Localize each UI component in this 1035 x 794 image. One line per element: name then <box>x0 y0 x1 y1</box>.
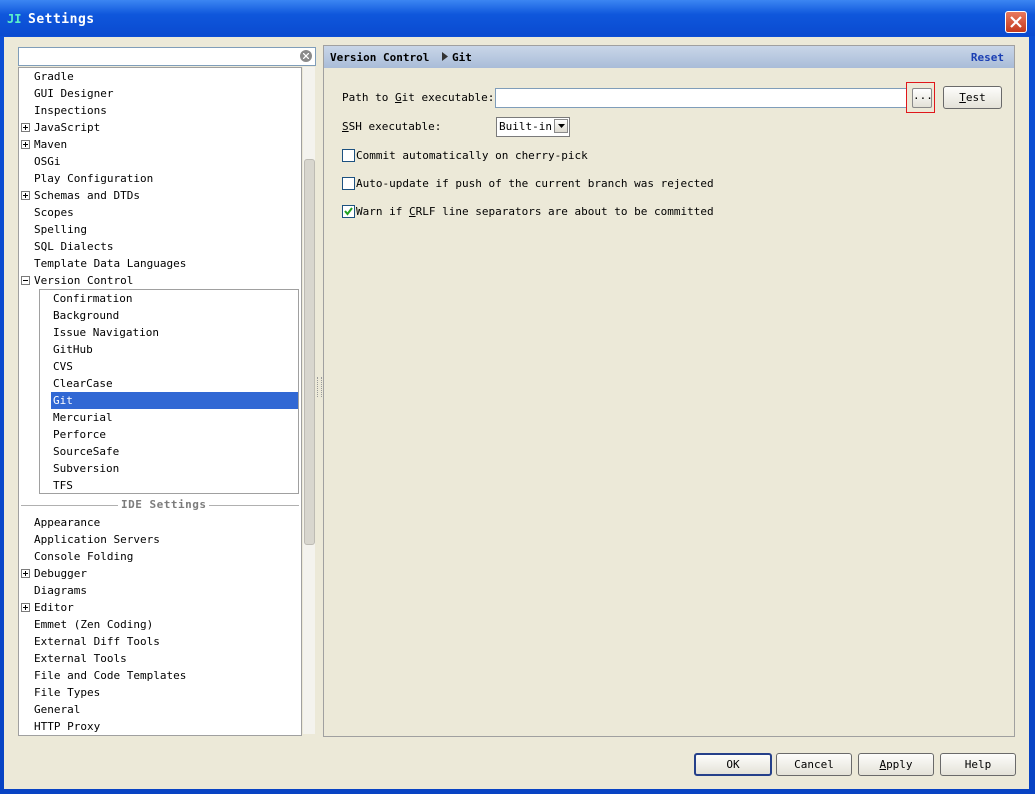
ssh-executable-select[interactable]: Built-in <box>496 117 570 137</box>
tree-item-label: Perforce <box>53 428 106 441</box>
tree-item-label: Scopes <box>34 206 74 219</box>
selection-highlight <box>51 392 298 409</box>
tree-item-label: Spelling <box>34 223 87 236</box>
tree-item-label: Mercurial <box>53 411 113 424</box>
close-icon <box>1010 16 1022 28</box>
cancel-button[interactable]: Cancel <box>776 753 852 776</box>
tree-item-label: File Types <box>34 686 101 699</box>
browse-button[interactable]: ... <box>912 88 933 108</box>
git-path-input[interactable] <box>495 88 907 108</box>
tree-item-label: Version Control <box>34 274 134 287</box>
ide-settings-separator: IDE Settings <box>21 498 299 512</box>
expand-plus-icon[interactable] <box>21 569 30 578</box>
tree-item-label: Play Configuration <box>34 172 154 185</box>
tree-item-label: Editor <box>34 601 74 614</box>
dialog-client-area: Confirmation Background Issue Navigation Gi… <box>4 37 1029 789</box>
tree-item-label: Issue Navigation <box>53 326 159 339</box>
clear-search-button[interactable] <box>300 50 312 62</box>
expand-plus-icon[interactable] <box>21 603 30 612</box>
breadcrumb-current: Git <box>452 51 472 64</box>
checkmark-icon <box>344 207 353 216</box>
clear-icon <box>303 53 309 59</box>
tree-item-label: GitHub <box>53 343 93 356</box>
settings-tree[interactable]: Confirmation Background Issue Navigation Gi… <box>18 67 302 736</box>
tree-item-label: OSGi <box>34 155 61 168</box>
tree-item-label: TFS <box>53 479 73 492</box>
warn-crlf-label: Warn if CRLF line separators are about t… <box>356 205 714 218</box>
tree-item-label: Emmet (Zen Coding) <box>34 618 154 631</box>
tree-item-label: Maven <box>34 138 68 151</box>
tree-item-label: Application Servers <box>34 533 160 546</box>
warn-crlf-checkbox[interactable] <box>342 205 355 218</box>
tree-item-label: Gradle <box>34 70 74 83</box>
breadcrumb-parent: Version Control <box>330 51 430 64</box>
commit-cherry-pick-checkbox[interactable] <box>342 149 355 162</box>
tree-item-label: Inspections <box>34 104 107 117</box>
intellij-app-icon: JI <box>7 12 22 26</box>
tree-item-label: Background <box>53 309 120 322</box>
ssh-executable-label: SSH executable: <box>342 120 442 133</box>
tree-item-label: External Tools <box>34 652 127 665</box>
tree-item-label: CVS <box>53 360 73 373</box>
tree-item-label: SQL Dialects <box>34 240 114 253</box>
tree-item-label: Appearance <box>34 516 101 529</box>
version-control-children: Confirmation Background Issue Navigation Gi… <box>39 289 299 494</box>
settings-window: JI Settings Confirmation Background Issue … <box>0 0 1035 794</box>
tree-scrollbar-thumb[interactable] <box>304 159 315 545</box>
ssh-selected-value: Built-in <box>499 120 552 133</box>
tree-item-label: External Diff Tools <box>34 635 160 648</box>
chevron-down-icon <box>558 124 565 128</box>
tree-item-label: Git <box>53 394 73 407</box>
tree-item-label: File and Code Templates <box>34 669 187 682</box>
auto-update-label: Auto-update if push of the current branc… <box>356 177 714 190</box>
expand-plus-icon[interactable] <box>21 123 30 132</box>
panel-header: Version Control Git Reset <box>324 46 1014 68</box>
window-title: Settings <box>28 12 95 27</box>
expand-plus-icon[interactable] <box>21 140 30 149</box>
ok-button[interactable]: OK <box>694 753 772 776</box>
tree-item-label: Confirmation <box>53 292 133 305</box>
breadcrumb-arrow-icon <box>442 52 448 61</box>
help-button[interactable]: Help <box>940 753 1016 776</box>
tree-item-label: ClearCase <box>53 377 113 390</box>
pane-splitter[interactable] <box>317 377 322 397</box>
tree-item-label: JavaScript <box>34 121 101 134</box>
tree-item-label: HTTP Proxy <box>34 720 101 733</box>
tree-item-label: General <box>34 703 81 716</box>
apply-button[interactable]: Apply <box>858 753 934 776</box>
dropdown-arrow-button[interactable] <box>554 119 568 133</box>
test-button[interactable]: Test <box>943 86 1002 109</box>
tree-item-label: Debugger <box>34 567 87 580</box>
tree-item-label: Console Folding <box>34 550 134 563</box>
tree-scrollbar[interactable] <box>303 67 315 734</box>
ide-settings-label: IDE Settings <box>118 498 210 511</box>
close-button[interactable] <box>1005 11 1027 33</box>
git-path-label: Path to Git executable: <box>342 91 495 104</box>
tree-item-label: Template Data Languages <box>34 257 187 270</box>
tree-item-label: GUI Designer <box>34 87 114 100</box>
reset-link[interactable]: Reset <box>971 51 1004 64</box>
git-settings-panel: Version Control Git Reset Path to Git ex… <box>323 45 1015 737</box>
tree-item-label: Schemas and DTDs <box>34 189 140 202</box>
settings-search-input[interactable] <box>18 47 316 66</box>
tree-item-label: Subversion <box>53 462 120 475</box>
tree-item-label: SourceSafe <box>53 445 120 458</box>
commit-cherry-pick-label: Commit automatically on cherry-pick <box>356 149 588 162</box>
title-bar[interactable]: JI Settings <box>0 0 1035 36</box>
auto-update-checkbox[interactable] <box>342 177 355 190</box>
expand-plus-icon[interactable] <box>21 191 30 200</box>
collapse-minus-icon[interactable] <box>21 276 30 285</box>
tree-item-label: Diagrams <box>34 584 87 597</box>
